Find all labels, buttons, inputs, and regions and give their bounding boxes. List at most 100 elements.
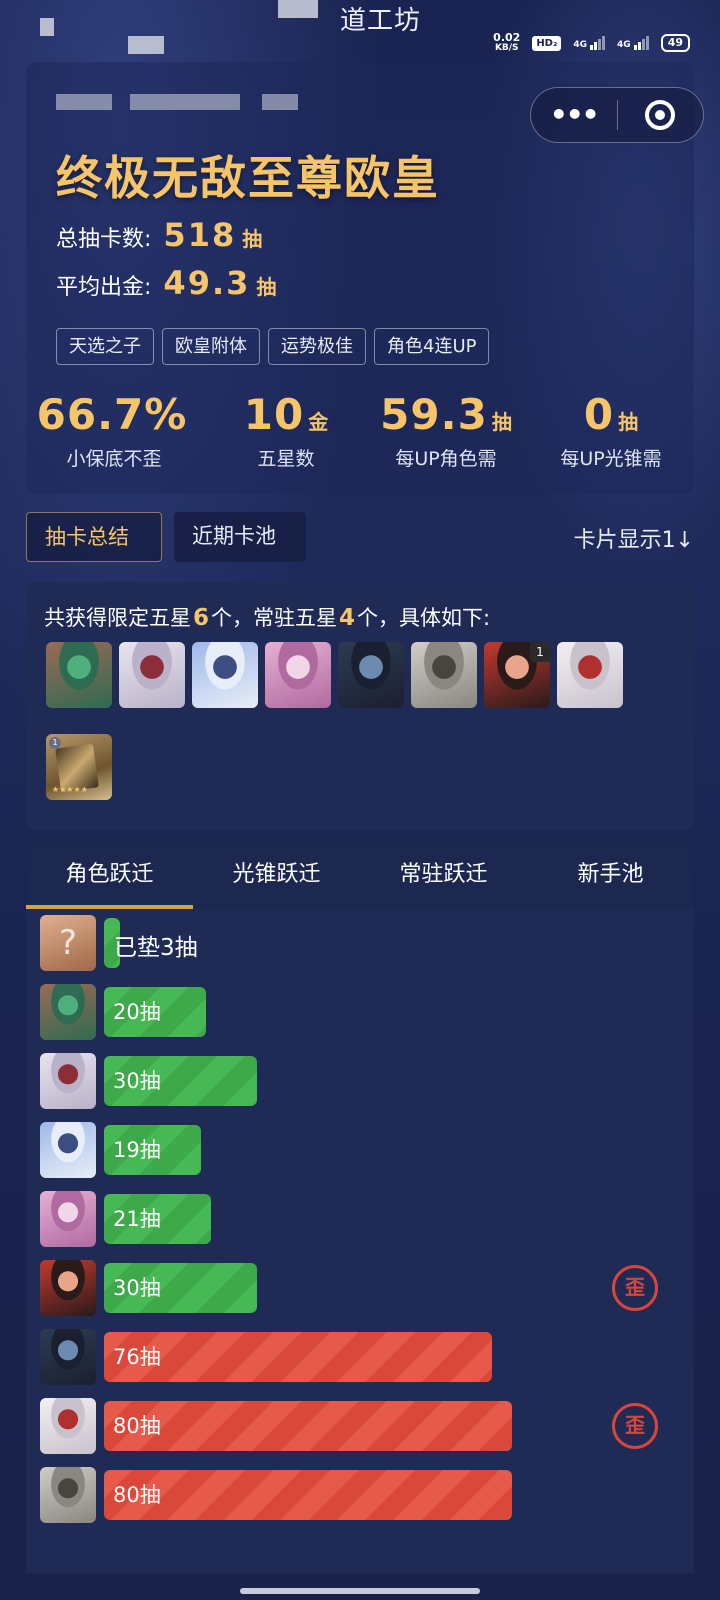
summary-text-part: 共获得限定五星 xyxy=(44,606,191,630)
blurred-username xyxy=(130,94,240,110)
tab-beginner-warp[interactable]: 新手池 xyxy=(527,843,694,909)
obtained-summary-text: 共获得限定五星 6 个，常驻五星 4 个，具体如下: xyxy=(44,602,490,632)
close-icon[interactable] xyxy=(618,100,704,130)
metric-unit: 抽 xyxy=(491,410,512,434)
signal-icon: 4G xyxy=(573,36,606,50)
standard-count: 4 xyxy=(339,605,356,631)
pull-count-bar: 80抽 xyxy=(104,1470,512,1520)
network-speed-value: 0.02 xyxy=(493,31,521,44)
more-icon[interactable]: ••• xyxy=(531,101,617,129)
tab-lightcone-warp[interactable]: 光锥跃迁 xyxy=(193,843,360,909)
network-speed-unit: KB/S xyxy=(494,43,519,53)
total-pulls-value: 518 xyxy=(163,216,237,254)
signal-label: 4G xyxy=(617,40,631,50)
metric-label: 小保底不歪 xyxy=(66,448,162,470)
metric-value: 0 xyxy=(583,390,615,439)
metric-value: 59.3 xyxy=(380,390,488,439)
metric-per-up-character: 59.3 抽 每UP角色需 xyxy=(366,390,526,471)
rarity-stars: ★★★★★ xyxy=(52,785,88,794)
tab-standard-warp[interactable]: 常驻跃迁 xyxy=(360,843,527,909)
active-tab-underline xyxy=(26,905,193,909)
hd-icon: HD₂ xyxy=(532,35,562,51)
tag: 角色4连UP xyxy=(374,328,490,365)
character-avatar[interactable] xyxy=(40,1260,96,1316)
character-avatar[interactable] xyxy=(40,1191,96,1247)
metric-value: 66.7% xyxy=(36,390,188,439)
metric-label: 五星数 xyxy=(257,448,315,470)
metric-label: 每UP光锥需 xyxy=(560,448,662,470)
blurred-text xyxy=(40,18,54,36)
obtained-summary-card: 共获得限定五星 6 个，常驻五星 4 个，具体如下: 1 1 ★★★★★ xyxy=(26,582,694,830)
limited-count: 6 xyxy=(193,605,210,631)
character-avatar[interactable] xyxy=(119,642,185,708)
metric-small-pity: 66.7% 小保底不歪 xyxy=(26,390,202,471)
tab-summary[interactable]: 抽卡总结 xyxy=(26,512,162,562)
warp-history-card: 角色跃迁 光锥跃迁 常驻跃迁 新手池 ? 已垫3抽 20抽 30抽 19抽 21抽 30抽歪… xyxy=(26,843,694,1573)
character-avatar[interactable] xyxy=(46,642,112,708)
summary-text-part: 个，常驻五星 xyxy=(211,606,338,630)
mini-program-capsule: ••• xyxy=(530,87,704,143)
avg-gold-value: 49.3 xyxy=(163,264,251,302)
pull-count-bar: 30抽 xyxy=(104,1263,257,1313)
metric-unit: 抽 xyxy=(618,410,639,434)
pull-count-bar: 21抽 xyxy=(104,1194,212,1244)
summary-text-part: 个，具体如下: xyxy=(357,606,491,630)
tag: 运势极佳 xyxy=(268,328,366,365)
unknown-character-avatar[interactable]: ? xyxy=(40,915,96,971)
character-avatar[interactable] xyxy=(40,984,96,1040)
status-bar: 道工坊 0.02 KB/S HD₂ 4G 4G 49 xyxy=(0,0,720,60)
metric-value: 10 xyxy=(243,390,305,439)
character-avatar[interactable] xyxy=(411,642,477,708)
total-pulls-label: 总抽卡数: xyxy=(56,227,152,252)
pull-count-bar: 30抽 xyxy=(104,1056,257,1106)
avg-gold-label: 平均出金: xyxy=(56,275,152,300)
blurred-username xyxy=(56,94,112,110)
character-avatar[interactable] xyxy=(557,642,623,708)
character-avatar[interactable] xyxy=(338,642,404,708)
signal-icon: 4G xyxy=(617,36,649,50)
lightcone-rank-badge: 1 xyxy=(49,737,61,749)
network-speed: 0.02 KB/S xyxy=(493,32,520,54)
tag: 天选之子 xyxy=(56,328,154,365)
status-icons: 0.02 KB/S HD₂ 4G 4G 49 xyxy=(493,32,690,54)
metric-label: 每UP角色需 xyxy=(395,448,497,470)
character-avatar[interactable] xyxy=(192,642,258,708)
avg-gold: 平均出金: 49.3 抽 xyxy=(56,264,276,302)
tab-recent-pools[interactable]: 近期卡池 xyxy=(174,512,306,562)
warp-tabs: 角色跃迁 光锥跃迁 常驻跃迁 新手池 xyxy=(26,843,694,909)
blurred-text xyxy=(278,0,318,18)
app-title: 道工坊 xyxy=(340,6,422,36)
character-avatar[interactable] xyxy=(40,1467,96,1523)
signal-label: 4G xyxy=(573,40,588,50)
total-pulls: 总抽卡数: 518 抽 xyxy=(56,216,262,254)
metrics-row: 66.7% 小保底不歪 10 金 五星数 59.3 抽 每UP角色需 0抽 每UP光… xyxy=(26,390,694,470)
tag-list: 天选之子 欧皇附体 运势极佳 角色4连UP xyxy=(56,328,490,365)
character-avatar[interactable] xyxy=(265,642,331,708)
duplicate-count-badge: 1 xyxy=(530,642,550,662)
blurred-username xyxy=(262,94,298,110)
metric-per-up-lightcone: 0抽 每UP光锥需 xyxy=(536,390,686,471)
card-display-toggle[interactable]: 卡片显示1↓ xyxy=(574,522,694,554)
character-avatar[interactable] xyxy=(40,1053,96,1109)
blurred-text xyxy=(128,36,164,54)
tag: 欧皇附体 xyxy=(162,328,260,365)
page-title: 终极无敌至尊欧皇 xyxy=(56,151,440,205)
battery-icon: 49 xyxy=(660,34,690,52)
pull-count-bar: 19抽 xyxy=(104,1125,201,1175)
pull-count-bar: 76抽 xyxy=(104,1332,492,1382)
pull-count-bar: 20抽 xyxy=(104,987,206,1037)
tab-character-warp[interactable]: 角色跃迁 xyxy=(26,843,193,909)
lightcone-avatar[interactable]: 1 ★★★★★ xyxy=(46,734,112,800)
pity-label: 已垫3抽 xyxy=(114,935,198,961)
avg-gold-unit: 抽 xyxy=(256,275,277,299)
character-avatar[interactable] xyxy=(40,1329,96,1385)
lost-5050-stamp-icon: 歪 xyxy=(612,1265,658,1311)
character-avatar[interactable] xyxy=(40,1122,96,1178)
character-avatar[interactable]: 1 xyxy=(484,642,550,708)
lost-5050-stamp-icon: 歪 xyxy=(612,1403,658,1449)
total-pulls-unit: 抽 xyxy=(242,227,263,251)
pull-count-bar: 80抽 xyxy=(104,1401,512,1451)
metric-unit: 金 xyxy=(308,410,329,434)
character-avatar[interactable] xyxy=(40,1398,96,1454)
home-indicator xyxy=(240,1588,480,1594)
